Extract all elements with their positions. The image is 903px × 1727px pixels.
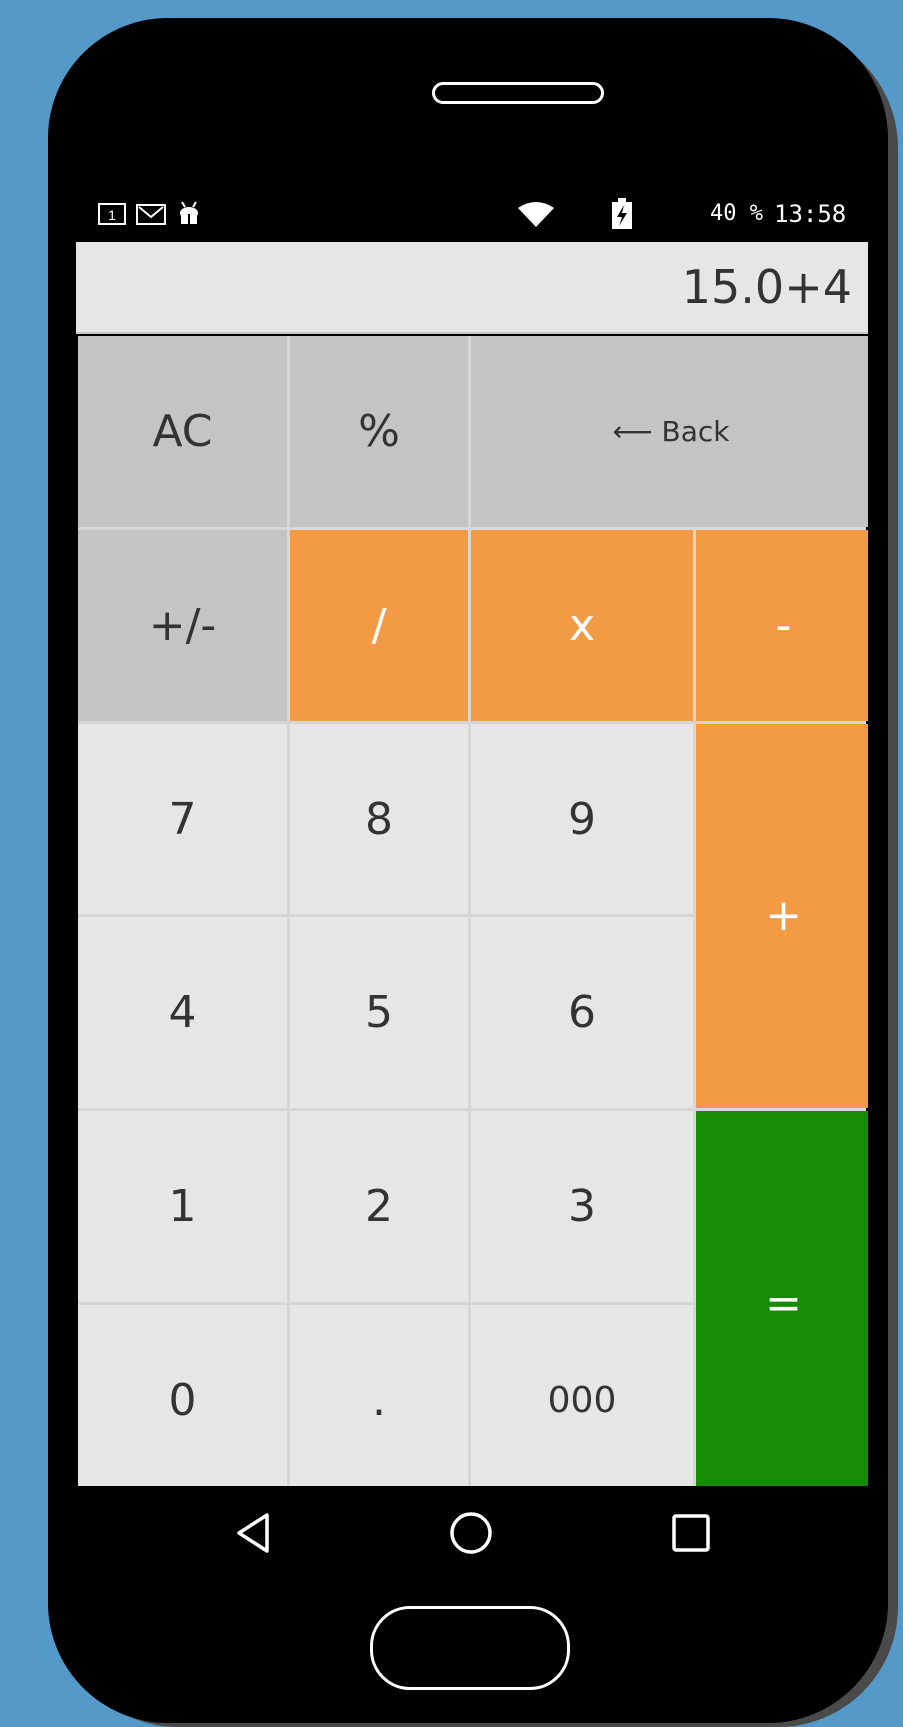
digit-7-button[interactable]: 7 (78, 723, 287, 915)
digit-9-button[interactable]: 9 (471, 723, 693, 915)
clock: 13:58 (774, 200, 847, 228)
percent-button[interactable]: % (290, 336, 468, 527)
decimal-point-button[interactable]: . (290, 1305, 468, 1496)
add-button[interactable]: + (696, 723, 868, 1109)
digit-8-button[interactable]: 8 (290, 723, 468, 915)
battery-percentage: 40 % (710, 201, 763, 226)
divide-button[interactable]: / (290, 529, 468, 721)
digit-6-button[interactable]: 6 (471, 917, 693, 1109)
equals-button[interactable]: = (696, 1111, 868, 1496)
svg-text:1: 1 (108, 207, 116, 223)
physical-home-button[interactable] (370, 1606, 570, 1690)
digit-2-button[interactable]: 2 (290, 1111, 468, 1303)
speaker-grille (432, 82, 604, 104)
status-bar: 1 40 % 13:58 (76, 186, 868, 242)
gmail-icon (136, 200, 166, 228)
android-debug-icon (176, 200, 202, 228)
sign-toggle-button[interactable]: +/- (78, 529, 287, 721)
digit-4-button[interactable]: 4 (78, 917, 287, 1109)
subtract-button[interactable]: - (696, 529, 868, 721)
recents-square-icon[interactable] (666, 1508, 716, 1558)
digit-1-button[interactable]: 1 (78, 1111, 287, 1303)
home-circle-icon[interactable] (446, 1508, 496, 1558)
phone-screen: 1 40 % 13:58 15.0+4 AC % ⟵ Back +/- / x … (76, 186, 868, 1578)
digit-0-button[interactable]: 0 (78, 1305, 287, 1496)
back-triangle-icon[interactable] (228, 1508, 278, 1558)
navigation-bar (76, 1486, 868, 1578)
battery-charging-icon (610, 198, 634, 229)
digit-3-button[interactable]: 3 (471, 1111, 693, 1303)
backspace-button[interactable]: ⟵ Back (471, 336, 868, 527)
sim-card-icon: 1 (98, 200, 126, 228)
clear-button[interactable]: AC (78, 336, 287, 527)
wifi-icon (516, 200, 556, 228)
multiply-button[interactable]: x (471, 529, 693, 721)
calculator-keypad: AC % ⟵ Back +/- / x - 7 8 9 + 4 5 6 1 2 … (78, 336, 868, 1496)
triple-zero-button[interactable]: 000 (471, 1305, 693, 1496)
calculator-display: 15.0+4 (76, 242, 868, 334)
digit-5-button[interactable]: 5 (290, 917, 468, 1109)
